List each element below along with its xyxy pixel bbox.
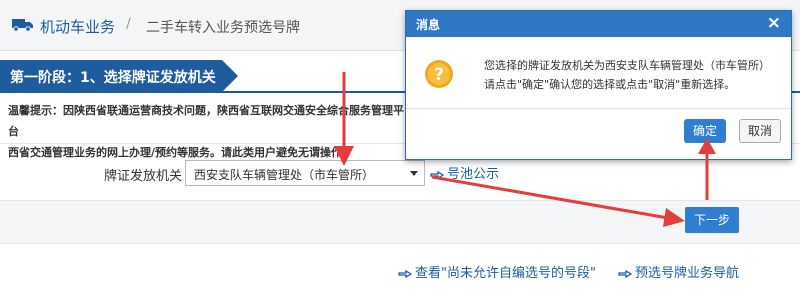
dialog-message: 您选择的牌证发放机关为西安支队车辆管理处（市车管所） 请点击"确定"确认您的选择… [484, 56, 784, 94]
dialog-message-line-2: 请点击"确定"确认您的选择或点击"取消"重新选择。 [484, 78, 736, 91]
next-step-button[interactable]: 下一步 [685, 207, 739, 233]
plate-guide-link[interactable]: 预选号牌业务导航 [618, 262, 739, 281]
chevron-down-icon [410, 171, 418, 176]
dialog-title: 消息 [416, 18, 441, 32]
notice-text: 温馨提示：因陕西省联通运营商技术问题，陕西省互联网交通安全综合服务管理平台 西省… [8, 100, 408, 163]
dialog-divider [406, 108, 791, 109]
dialog-titlebar: 消息 × [406, 11, 791, 37]
dialog-message-line-1: 您选择的牌证发放机关为西安支队车辆管理处（市车管所） [484, 59, 770, 72]
svg-text:?: ? [434, 65, 444, 85]
plate-guide-label: 预选号牌业务导航 [635, 266, 740, 281]
confirm-dialog: 消息 × ? 您选择的牌证发放机关为西安支队车辆管理处（市车管所） 请点击"确定… [405, 10, 792, 160]
action-bar [0, 200, 800, 244]
close-icon[interactable]: × [767, 13, 781, 33]
pointing-hand-icon [398, 269, 412, 278]
select-value: 西安支队车辆管理处（市车管所） [194, 168, 375, 182]
view-unallowed-link[interactable]: 查看"尚未允许自编选号的号段" [398, 262, 596, 281]
issuing-authority-select[interactable]: 西安支队车辆管理处（市车管所） [185, 160, 425, 186]
stage-title: 第一阶段：1、选择牌证发放机关 [10, 70, 216, 86]
issuing-authority-label: 牌证发放机关 [104, 169, 183, 184]
ok-button[interactable]: 确定 [684, 119, 726, 143]
question-icon: ? [425, 60, 453, 88]
notice-line-1: 温馨提示：因陕西省联通运营商技术问题，陕西省互联网交通安全综合服务管理平台 [8, 104, 404, 138]
cancel-button[interactable]: 取消 [739, 119, 781, 143]
breadcrumb-current: 二手车转入业务预选号牌 [146, 20, 300, 36]
breadcrumb-separator: / [126, 16, 131, 32]
truck-icon [12, 19, 33, 32]
number-pool-link[interactable]: 号池公示 [430, 163, 499, 182]
breadcrumb-home-link[interactable]: 机动车业务 [40, 16, 115, 37]
view-unallowed-label: 查看"尚未允许自编选号的号段" [415, 266, 596, 281]
number-pool-label: 号池公示 [447, 167, 500, 182]
pointing-hand-icon [618, 269, 632, 278]
pointing-hand-icon [430, 170, 444, 179]
